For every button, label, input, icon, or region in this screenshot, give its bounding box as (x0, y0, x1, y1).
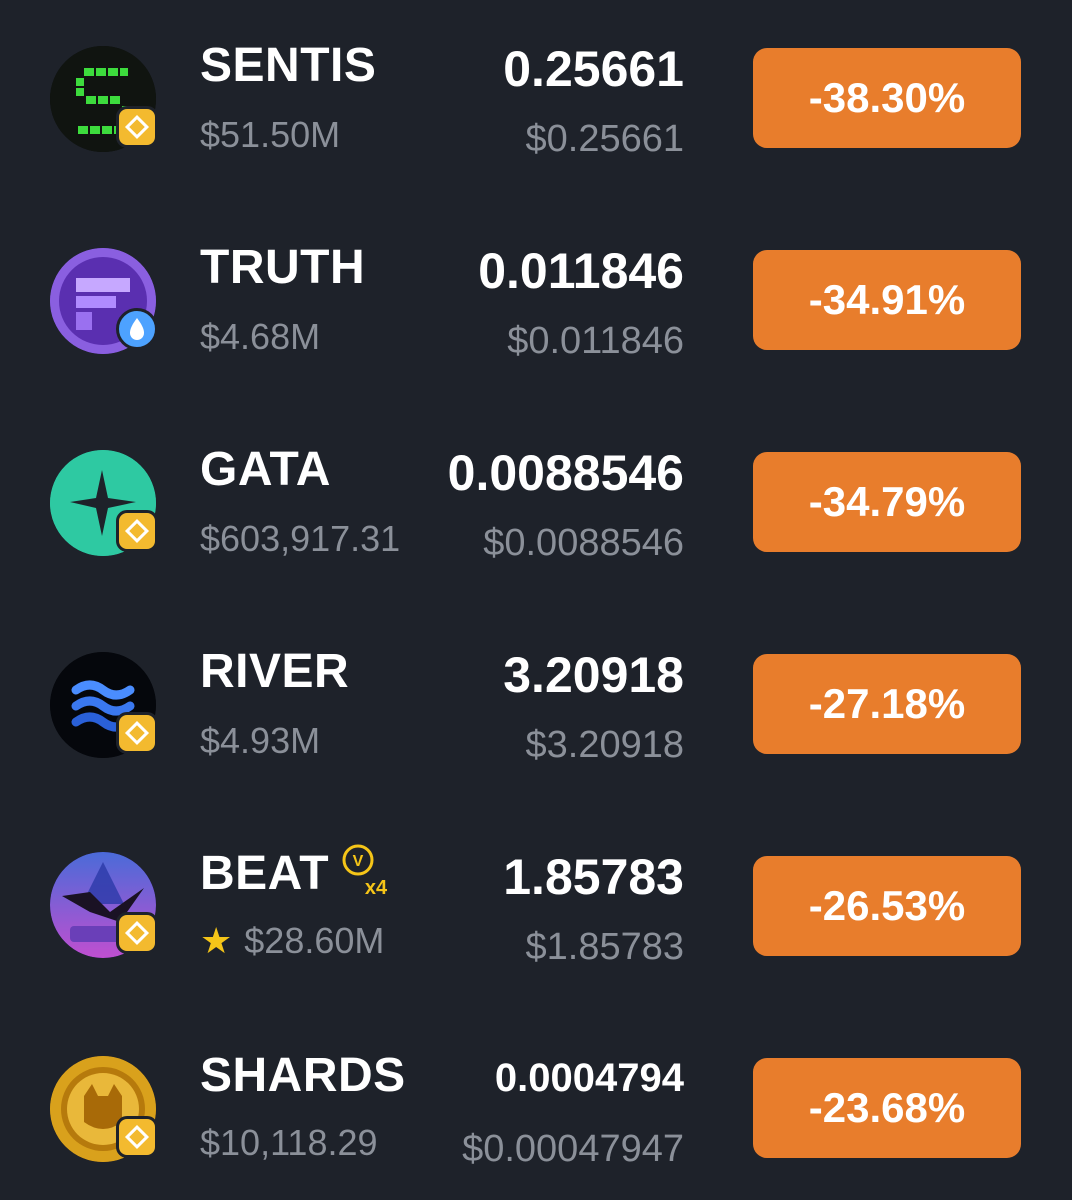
token-name: BEAT (200, 847, 330, 900)
token-name: GATA (200, 443, 331, 496)
bnb-chain-icon (116, 510, 158, 552)
token-logo-wrap (50, 652, 158, 760)
token-name: TRUTH (200, 241, 366, 294)
token-row[interactable]: BEAT V x4 ★ $28.60M 1.85783 $1.85783 -26.… (0, 808, 1072, 1010)
token-market-cap: $603,917.31 (200, 518, 401, 559)
token-logo-wrap (50, 46, 158, 154)
token-price-usd: $0.011846 (507, 320, 684, 362)
token-price: 0.0004794 (494, 1056, 684, 1100)
price-change-button[interactable]: -38.30% (753, 48, 1021, 148)
token-row[interactable]: SENTIS $51.50M 0.25661 $0.25661 -38.30% (0, 0, 1072, 202)
token-price-usd: $3.20918 (525, 724, 685, 766)
price-change-button[interactable]: -23.68% (753, 1058, 1021, 1158)
token-market-cap: ★ $28.60M (200, 920, 384, 962)
token-logo-wrap (50, 1056, 158, 1164)
token-market-cap: $4.93M (200, 720, 321, 761)
token-market-cap-value: $28.60M (244, 920, 385, 961)
token-price-usd: $0.00047947 (462, 1128, 684, 1170)
token-logo-wrap (50, 248, 158, 356)
token-row[interactable]: SHARDS $10,118.29 0.0004794 $0.00047947 … (0, 1010, 1072, 1200)
token-row[interactable]: TRUTH $4.68M 0.011846 $0.011846 -34.91% (0, 202, 1072, 404)
bnb-chain-icon (116, 712, 158, 754)
token-price: 0.0088546 (447, 445, 684, 501)
price-change-button[interactable]: -34.91% (753, 250, 1021, 350)
token-name: SENTIS (200, 39, 377, 92)
token-market-cap: $4.68M (200, 316, 321, 357)
token-market-cap: $51.50M (200, 114, 341, 155)
token-price: 3.20918 (503, 647, 684, 703)
bnb-chain-icon (116, 1116, 158, 1158)
price-change-button[interactable]: -26.53% (753, 856, 1021, 956)
token-price-usd: $1.85783 (525, 926, 685, 968)
price-change-button[interactable]: -27.18% (753, 654, 1021, 754)
token-logo-wrap (50, 852, 158, 960)
token-list: SENTIS $51.50M 0.25661 $0.25661 -38.30% … (0, 0, 1072, 1200)
token-row[interactable]: GATA $603,917.31 0.0088546 $0.0088546 -3… (0, 404, 1072, 606)
token-name: SHARDS (200, 1049, 406, 1102)
token-price-usd: $0.0088546 (483, 522, 684, 564)
token-row[interactable]: RIVER $4.93M 3.20918 $3.20918 -27.18% (0, 606, 1072, 808)
bnb-chain-icon (116, 912, 158, 954)
star-icon[interactable]: ★ (200, 920, 232, 962)
bnb-chain-icon (116, 106, 158, 148)
token-price: 0.011846 (478, 243, 684, 299)
token-market-cap: $10,118.29 (200, 1122, 378, 1163)
token-logo-wrap (50, 450, 158, 558)
boost-label: x4 (365, 877, 388, 898)
price-change-button[interactable]: -34.79% (753, 452, 1021, 552)
token-price: 0.25661 (503, 41, 684, 97)
token-name: RIVER (200, 645, 350, 698)
sui-chain-icon (116, 308, 158, 350)
token-price-usd: $0.25661 (525, 118, 685, 160)
boost-icon: V x4 (340, 842, 396, 899)
svg-text:V: V (353, 853, 364, 870)
token-price: 1.85783 (503, 849, 684, 905)
